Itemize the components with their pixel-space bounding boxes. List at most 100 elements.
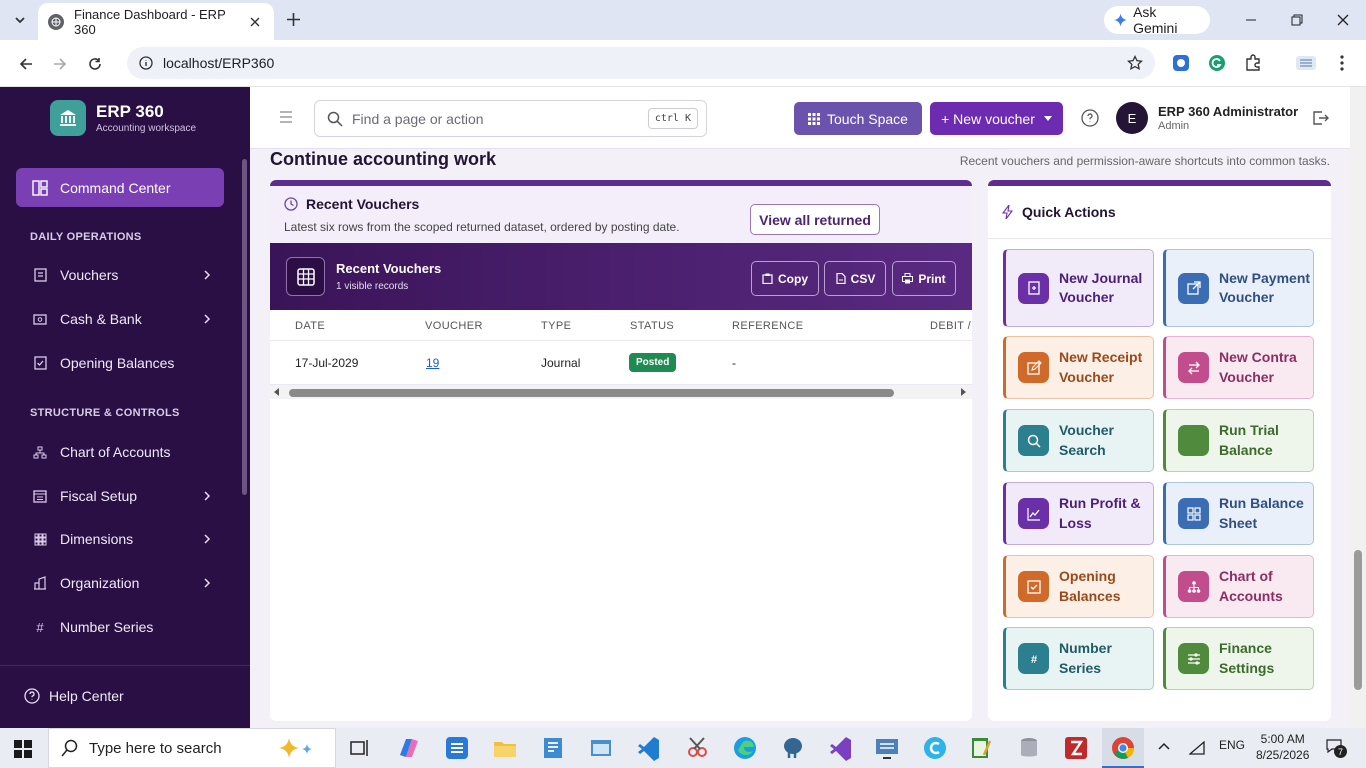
database-icon[interactable] (1016, 735, 1042, 761)
extensions-puzzle-icon[interactable] (1242, 52, 1264, 74)
postgres-icon[interactable] (780, 735, 806, 761)
search-input[interactable]: Find a page or action ctrl K (314, 100, 707, 137)
filezilla-icon[interactable] (1063, 735, 1089, 761)
app-icon-window[interactable] (588, 735, 614, 761)
extension-icon-1[interactable] (1170, 52, 1192, 74)
print-button[interactable]: Print (892, 261, 956, 296)
sidebar-scrollbar[interactable] (242, 159, 247, 495)
app-icon-blue[interactable] (444, 735, 470, 761)
task-view-icon[interactable] (347, 735, 373, 761)
sidebar-item-command-center[interactable]: Command Center (16, 168, 224, 207)
help-icon[interactable] (1081, 109, 1099, 127)
csv-button[interactable]: CSV (824, 261, 886, 296)
copy-label: Copy (778, 271, 808, 286)
quick-action-new-contra-voucher[interactable]: New Contra Voucher (1163, 336, 1314, 399)
scrollbar-thumb[interactable] (289, 389, 894, 397)
quick-action-voucher-search[interactable]: Voucher Search (1003, 409, 1154, 472)
quick-action-number-series[interactable]: # Number Series (1003, 627, 1154, 690)
sidebar-item-dimensions[interactable]: Dimensions (32, 524, 212, 554)
quick-action-run-profit-loss[interactable]: Run Profit & Loss (1003, 482, 1154, 545)
taskbar-search[interactable]: Type here to search (48, 728, 336, 768)
sidebar-item-opening-balances[interactable]: Opening Balances (32, 348, 212, 378)
column-header[interactable]: DEBIT / (930, 320, 971, 332)
notepad-icon[interactable] (968, 735, 994, 761)
chrome-taskbar-button[interactable] (1102, 728, 1144, 768)
table-row[interactable]: 17-Jul-2029 19 Journal Posted - (270, 341, 972, 385)
copy-button[interactable]: Copy (751, 261, 819, 296)
scroll-right-arrow[interactable] (961, 388, 966, 396)
hash-icon: # (1018, 643, 1049, 674)
copilot-icon[interactable] (396, 735, 422, 761)
user-info[interactable]: ERP 360 Administrator Admin (1158, 104, 1298, 132)
logout-icon[interactable] (1311, 109, 1329, 127)
voucher-link[interactable]: 19 (426, 356, 439, 370)
file-explorer-icon[interactable] (492, 735, 518, 761)
snipping-tool-icon[interactable] (684, 735, 710, 761)
column-header[interactable]: TYPE (541, 320, 571, 332)
notifications-button[interactable]: 7 (1326, 739, 1347, 758)
quick-action-new-payment-voucher[interactable]: New Payment Voucher (1163, 249, 1314, 327)
quick-action-opening-balances[interactable]: Opening Balances (1003, 555, 1154, 618)
new-tab-button[interactable] (282, 8, 304, 30)
windows-start-icon[interactable] (14, 740, 32, 758)
reload-button[interactable] (83, 52, 107, 76)
close-window-button[interactable] (1331, 8, 1355, 32)
visual-studio-icon[interactable] (828, 735, 854, 761)
browser-tab[interactable]: Finance Dashboard - ERP 360 (38, 3, 274, 40)
sidebar-item-chart-of-accounts[interactable]: Chart of Accounts (32, 437, 212, 467)
quick-action-finance-settings[interactable]: Finance Settings (1163, 627, 1314, 690)
tab-search-button[interactable] (8, 8, 32, 32)
forward-button[interactable] (48, 52, 72, 76)
sidebar-item-cash-bank[interactable]: Cash & Bank (32, 304, 212, 334)
page-scrollbar[interactable] (1350, 87, 1366, 728)
url-field[interactable]: localhost/ERP360 (127, 47, 1155, 79)
vscode-icon[interactable] (636, 735, 662, 761)
scrollbar-thumb[interactable] (1354, 550, 1362, 690)
quick-action-run-trial-balance[interactable]: Run Trial Balance (1163, 409, 1314, 472)
view-all-returned-button[interactable]: View all returned (750, 204, 880, 235)
grammarly-icon[interactable] (1206, 52, 1228, 74)
language-indicator[interactable]: ENG (1219, 738, 1245, 752)
back-button[interactable] (14, 52, 38, 76)
edge-icon[interactable] (732, 735, 758, 761)
main-content: Find a page or action ctrl K Touch Space… (250, 87, 1366, 728)
sidebar-item-fiscal-setup[interactable]: Fiscal Setup (32, 481, 212, 511)
ask-gemini-button[interactable]: Ask Gemini (1104, 4, 1210, 36)
sidebar-item-label: Command Center (60, 179, 171, 196)
chevron-up-icon[interactable] (1156, 739, 1172, 755)
close-tab-icon[interactable] (246, 13, 264, 31)
system-clock[interactable]: 5:00 AM 8/25/2026 (1256, 731, 1309, 763)
avatar[interactable]: E (1116, 102, 1148, 134)
info-icon[interactable] (139, 56, 153, 70)
app-icon-monitor[interactable] (874, 735, 900, 761)
app-icon-files[interactable] (540, 735, 566, 761)
column-header[interactable]: STATUS (630, 320, 674, 332)
quick-action-new-receipt-voucher[interactable]: New Receipt Voucher (1003, 336, 1154, 399)
sidebar-item-number-series[interactable]: # Number Series (32, 612, 212, 642)
cell-date: 17-Jul-2029 (295, 356, 359, 370)
clock-date: 8/25/2026 (1256, 748, 1310, 762)
new-voucher-button[interactable]: + New voucher (930, 102, 1063, 135)
bookmark-star-icon[interactable] (1127, 55, 1143, 71)
restore-button[interactable] (1285, 8, 1309, 32)
sidebar-item-vouchers[interactable]: Vouchers (32, 260, 212, 290)
sidebar-item-organization[interactable]: Organization (32, 568, 212, 598)
network-icon[interactable] (1188, 740, 1206, 756)
touch-space-button[interactable]: Touch Space (794, 102, 922, 135)
scroll-left-arrow[interactable] (274, 388, 279, 396)
profile-icon[interactable] (1295, 52, 1317, 74)
quick-action-new-journal-voucher[interactable]: New Journal Voucher (1003, 249, 1154, 327)
column-header[interactable]: REFERENCE (732, 320, 803, 332)
quick-action-run-balance-sheet[interactable]: Run Balance Sheet (1163, 482, 1314, 545)
minimize-button[interactable] (1239, 8, 1263, 32)
brand[interactable]: ERP 360 Accounting workspace (50, 100, 196, 136)
help-center-link[interactable]: Help Center (24, 688, 124, 704)
quick-action-chart-of-accounts[interactable]: Chart of Accounts (1163, 555, 1314, 618)
menu-icon[interactable] (278, 109, 294, 125)
column-header[interactable]: VOUCHER (425, 320, 483, 332)
column-header[interactable]: DATE (295, 320, 325, 332)
horizontal-scrollbar[interactable] (270, 385, 972, 399)
browser-menu-icon[interactable] (1331, 52, 1353, 74)
app-icon-c[interactable] (922, 735, 948, 761)
cash-icon (32, 311, 48, 327)
